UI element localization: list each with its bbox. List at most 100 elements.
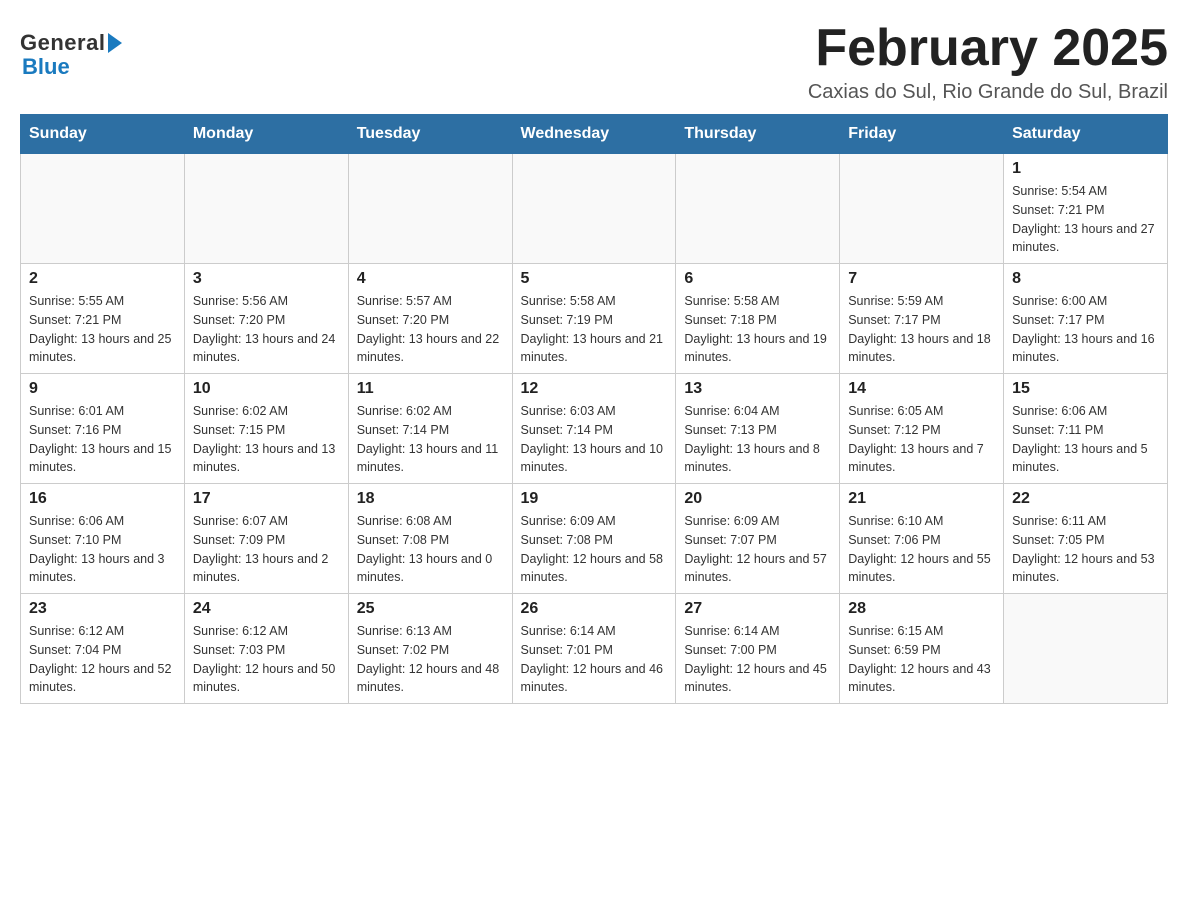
day-info: Sunrise: 6:15 AMSunset: 6:59 PMDaylight:… — [848, 622, 995, 697]
calendar-table: SundayMondayTuesdayWednesdayThursdayFrid… — [20, 114, 1168, 704]
day-number: 13 — [684, 380, 831, 398]
day-info: Sunrise: 6:12 AMSunset: 7:04 PMDaylight:… — [29, 622, 176, 697]
logo: General Blue — [20, 20, 122, 80]
day-info: Sunrise: 6:13 AMSunset: 7:02 PMDaylight:… — [357, 622, 504, 697]
day-number: 12 — [521, 380, 668, 398]
calendar-cell: 4Sunrise: 5:57 AMSunset: 7:20 PMDaylight… — [348, 264, 512, 374]
calendar-cell: 5 Sunrise: 5:58 AMSunset: 7:19 PMDaylight… — [512, 264, 676, 374]
calendar-cell: 14Sunrise: 6:05 AMSunset: 7:12 PMDayligh… — [840, 374, 1004, 484]
day-info: Sunrise: 6:06 AMSunset: 7:11 PMDaylight:… — [1012, 402, 1159, 477]
day-number: 26 — [521, 600, 668, 618]
logo-general-text: General — [20, 30, 105, 56]
calendar-cell: 7 Sunrise: 5:59 AMSunset: 7:17 PMDaylight… — [840, 264, 1004, 374]
day-number: 7 — [848, 270, 995, 288]
logo-blue-text: Blue — [20, 54, 70, 80]
day-number: 5 — [521, 270, 668, 288]
day-info: Sunrise: 6:14 AMSunset: 7:00 PMDaylight:… — [684, 622, 831, 697]
day-number: 11 — [357, 380, 504, 398]
calendar-cell: 27 Sunrise: 6:14 AMSunset: 7:00 PMDayligh… — [676, 594, 840, 704]
day-info: Sunrise: 6:09 AMSunset: 7:08 PMDaylight:… — [521, 512, 668, 587]
calendar-cell: 12 Sunrise: 6:03 AMSunset: 7:14 PMDayligh… — [512, 374, 676, 484]
day-info: Sunrise: 6:14 AMSunset: 7:01 PMDaylight:… — [521, 622, 668, 697]
title-block: February 2025 Caxias do Sul, Rio Grande … — [808, 20, 1168, 104]
day-info: Sunrise: 6:02 AMSunset: 7:14 PMDaylight:… — [357, 402, 504, 477]
day-number: 28 — [848, 600, 995, 618]
day-number: 23 — [29, 600, 176, 618]
calendar-header-row: SundayMondayTuesdayWednesdayThursdayFrid… — [21, 115, 1168, 154]
day-info: Sunrise: 6:00 AMSunset: 7:17 PMDaylight:… — [1012, 292, 1159, 367]
day-number: 22 — [1012, 490, 1159, 508]
week-row-5: 23 Sunrise: 6:12 AMSunset: 7:04 PMDayligh… — [21, 594, 1168, 704]
calendar-cell: 23 Sunrise: 6:12 AMSunset: 7:04 PMDayligh… — [21, 594, 185, 704]
calendar-cell: 17 Sunrise: 6:07 AMSunset: 7:09 PMDayligh… — [184, 484, 348, 594]
calendar-cell: 24Sunrise: 6:12 AMSunset: 7:03 PMDayligh… — [184, 594, 348, 704]
calendar-cell: 8 Sunrise: 6:00 AMSunset: 7:17 PMDaylight… — [1004, 264, 1168, 374]
day-info: Sunrise: 5:59 AMSunset: 7:17 PMDaylight:… — [848, 292, 995, 367]
day-info: Sunrise: 6:02 AMSunset: 7:15 PMDaylight:… — [193, 402, 340, 477]
day-info: Sunrise: 6:05 AMSunset: 7:12 PMDaylight:… — [848, 402, 995, 477]
calendar-cell — [1004, 594, 1168, 704]
calendar-cell: 21 Sunrise: 6:10 AMSunset: 7:06 PMDayligh… — [840, 484, 1004, 594]
header-tuesday: Tuesday — [348, 115, 512, 154]
day-number: 20 — [684, 490, 831, 508]
day-info: Sunrise: 5:58 AMSunset: 7:19 PMDaylight:… — [521, 292, 668, 367]
day-info: Sunrise: 5:57 AMSunset: 7:20 PMDaylight:… — [357, 292, 504, 367]
calendar-cell: 16 Sunrise: 6:06 AMSunset: 7:10 PMDayligh… — [21, 484, 185, 594]
header-saturday: Saturday — [1004, 115, 1168, 154]
day-info: Sunrise: 6:07 AMSunset: 7:09 PMDaylight:… — [193, 512, 340, 587]
day-info: Sunrise: 6:04 AMSunset: 7:13 PMDaylight:… — [684, 402, 831, 477]
day-info: Sunrise: 6:01 AMSunset: 7:16 PMDaylight:… — [29, 402, 176, 477]
day-info: Sunrise: 6:10 AMSunset: 7:06 PMDaylight:… — [848, 512, 995, 587]
day-number: 3 — [193, 270, 340, 288]
header-friday: Friday — [840, 115, 1004, 154]
day-info: Sunrise: 6:06 AMSunset: 7:10 PMDaylight:… — [29, 512, 176, 587]
day-number: 1 — [1012, 160, 1159, 178]
week-row-2: 2 Sunrise: 5:55 AMSunset: 7:21 PMDaylight… — [21, 264, 1168, 374]
logo-arrow-icon — [108, 33, 122, 53]
calendar-cell: 11 Sunrise: 6:02 AMSunset: 7:14 PMDayligh… — [348, 374, 512, 484]
calendar-cell — [184, 154, 348, 264]
day-info: Sunrise: 5:55 AMSunset: 7:21 PMDaylight:… — [29, 292, 176, 367]
calendar-cell: 3Sunrise: 5:56 AMSunset: 7:20 PMDaylight… — [184, 264, 348, 374]
calendar-cell — [512, 154, 676, 264]
day-info: Sunrise: 6:11 AMSunset: 7:05 PMDaylight:… — [1012, 512, 1159, 587]
calendar-cell: 28 Sunrise: 6:15 AMSunset: 6:59 PMDayligh… — [840, 594, 1004, 704]
day-info: Sunrise: 5:58 AMSunset: 7:18 PMDaylight:… — [684, 292, 831, 367]
calendar-cell: 13 Sunrise: 6:04 AMSunset: 7:13 PMDayligh… — [676, 374, 840, 484]
calendar-cell: 9 Sunrise: 6:01 AMSunset: 7:16 PMDaylight… — [21, 374, 185, 484]
week-row-1: 1 Sunrise: 5:54 AMSunset: 7:21 PMDaylight… — [21, 154, 1168, 264]
day-number: 2 — [29, 270, 176, 288]
day-number: 16 — [29, 490, 176, 508]
header-sunday: Sunday — [21, 115, 185, 154]
calendar-cell: 1 Sunrise: 5:54 AMSunset: 7:21 PMDaylight… — [1004, 154, 1168, 264]
calendar-cell — [676, 154, 840, 264]
header-wednesday: Wednesday — [512, 115, 676, 154]
day-info: Sunrise: 5:54 AMSunset: 7:21 PMDaylight:… — [1012, 182, 1159, 257]
day-number: 19 — [521, 490, 668, 508]
day-number: 10 — [193, 380, 340, 398]
day-number: 17 — [193, 490, 340, 508]
calendar-cell — [348, 154, 512, 264]
day-number: 8 — [1012, 270, 1159, 288]
calendar-cell: 19 Sunrise: 6:09 AMSunset: 7:08 PMDayligh… — [512, 484, 676, 594]
day-info: Sunrise: 6:03 AMSunset: 7:14 PMDaylight:… — [521, 402, 668, 477]
day-number: 9 — [29, 380, 176, 398]
calendar-cell — [840, 154, 1004, 264]
day-info: Sunrise: 6:12 AMSunset: 7:03 PMDaylight:… — [193, 622, 340, 697]
week-row-3: 9 Sunrise: 6:01 AMSunset: 7:16 PMDaylight… — [21, 374, 1168, 484]
header-monday: Monday — [184, 115, 348, 154]
calendar-cell: 20Sunrise: 6:09 AMSunset: 7:07 PMDayligh… — [676, 484, 840, 594]
page-header: General Blue February 2025 Caxias do Sul… — [20, 20, 1168, 104]
calendar-cell: 25 Sunrise: 6:13 AMSunset: 7:02 PMDayligh… — [348, 594, 512, 704]
header-thursday: Thursday — [676, 115, 840, 154]
calendar-cell — [21, 154, 185, 264]
day-number: 25 — [357, 600, 504, 618]
day-number: 18 — [357, 490, 504, 508]
day-info: Sunrise: 6:08 AMSunset: 7:08 PMDaylight:… — [357, 512, 504, 587]
day-number: 21 — [848, 490, 995, 508]
day-number: 27 — [684, 600, 831, 618]
calendar-cell: 6 Sunrise: 5:58 AMSunset: 7:18 PMDaylight… — [676, 264, 840, 374]
week-row-4: 16 Sunrise: 6:06 AMSunset: 7:10 PMDayligh… — [21, 484, 1168, 594]
month-title: February 2025 — [808, 20, 1168, 77]
day-number: 6 — [684, 270, 831, 288]
